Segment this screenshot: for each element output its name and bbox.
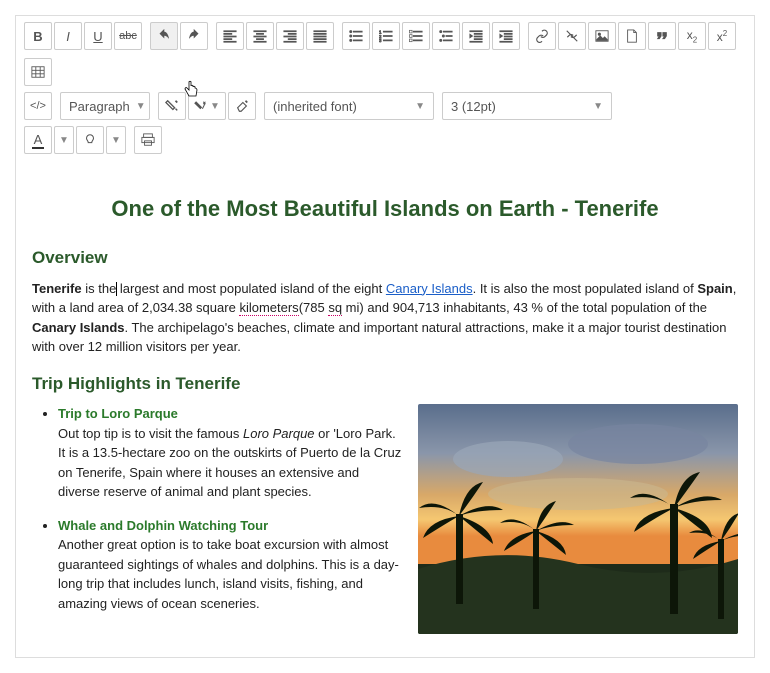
redo-button[interactable] bbox=[180, 22, 208, 50]
align-center-button[interactable] bbox=[246, 22, 274, 50]
strikethrough-button[interactable]: abc bbox=[114, 22, 142, 50]
code-view-button[interactable]: </> bbox=[24, 92, 52, 120]
text-span[interactable]: is the bbox=[82, 281, 117, 296]
text-bold[interactable]: Spain bbox=[697, 281, 732, 296]
spellcheck-word[interactable]: kilometers bbox=[239, 300, 298, 316]
ordered-list-button[interactable]: 123 bbox=[372, 22, 400, 50]
text-span[interactable]: Out top tip is to visit the famous bbox=[58, 426, 243, 441]
text-span[interactable]: largest and most populated island of the… bbox=[116, 281, 386, 296]
text-bold[interactable]: Tenerife bbox=[32, 281, 82, 296]
italic-button[interactable]: I bbox=[54, 22, 82, 50]
font-size-value: 3 (12pt) bbox=[451, 99, 496, 114]
align-left-button[interactable] bbox=[216, 22, 244, 50]
article-title[interactable]: One of the Most Beautiful Islands on Ear… bbox=[32, 192, 738, 225]
text-bold[interactable]: Canary Islands bbox=[32, 320, 125, 335]
highlight-title[interactable]: Whale and Dolphin Watching Tour bbox=[58, 518, 268, 533]
editor-content-area[interactable]: One of the Most Beautiful Islands on Ear… bbox=[16, 164, 754, 657]
overview-heading[interactable]: Overview bbox=[32, 245, 738, 271]
text-span[interactable]: mi) and 904,713 inhabitants, 43 % of the… bbox=[342, 300, 707, 315]
align-right-button[interactable] bbox=[276, 22, 304, 50]
superscript-button[interactable]: x2 bbox=[708, 22, 736, 50]
dropdown-arrow-icon: ▼ bbox=[593, 101, 603, 112]
insert-table-button[interactable] bbox=[24, 58, 52, 86]
toolbar-row-2: </> Paragraph ▼ ×▼ (inherited font) ▼ 3 … bbox=[16, 92, 754, 126]
highlight-color-dropdown[interactable]: ▼ bbox=[106, 126, 126, 154]
insert-file-button[interactable] bbox=[618, 22, 646, 50]
text-color-dropdown[interactable]: ▼ bbox=[54, 126, 74, 154]
toolbar-row-1: B I U abc 123 bbox=[16, 16, 754, 92]
format-painter-button[interactable] bbox=[158, 92, 186, 120]
indent-button[interactable] bbox=[492, 22, 520, 50]
subscript-button[interactable]: x2 bbox=[678, 22, 706, 50]
font-family-value: (inherited font) bbox=[273, 99, 357, 114]
canary-islands-link[interactable]: Canary Islands bbox=[386, 281, 473, 296]
align-justify-button[interactable] bbox=[306, 22, 334, 50]
underline-button[interactable]: U bbox=[84, 22, 112, 50]
overview-paragraph[interactable]: Tenerife is the largest and most populat… bbox=[32, 279, 738, 357]
font-size-select[interactable]: 3 (12pt) ▼ bbox=[442, 92, 612, 120]
rich-text-editor: B I U abc 123 bbox=[15, 15, 755, 658]
blockquote-button[interactable] bbox=[648, 22, 676, 50]
print-button[interactable] bbox=[134, 126, 162, 154]
outdent-button[interactable] bbox=[462, 22, 490, 50]
insert-link-button[interactable] bbox=[528, 22, 556, 50]
text-span[interactable]: . The archipelago's beaches, climate and… bbox=[32, 320, 727, 355]
text-span[interactable]: . It is also the most populated island o… bbox=[473, 281, 698, 296]
highlights-heading[interactable]: Trip Highlights in Tenerife bbox=[32, 371, 738, 397]
dropdown-arrow-icon: ▼ bbox=[136, 101, 146, 112]
text-span[interactable]: Another great option is to take boat exc… bbox=[58, 537, 399, 611]
text-italic[interactable]: Loro Parque bbox=[243, 426, 315, 441]
svg-text:×: × bbox=[203, 101, 206, 106]
remove-link-button[interactable] bbox=[558, 22, 586, 50]
highlight-title[interactable]: Trip to Loro Parque bbox=[58, 406, 178, 421]
eraser-button[interactable] bbox=[228, 92, 256, 120]
bold-button[interactable]: B bbox=[24, 22, 52, 50]
dropdown-arrow-icon: ▼ bbox=[415, 101, 425, 112]
highlight-color-button[interactable] bbox=[76, 126, 104, 154]
spellcheck-word[interactable]: sq bbox=[328, 300, 342, 316]
undo-button[interactable] bbox=[150, 22, 178, 50]
font-family-select[interactable]: (inherited font) ▼ bbox=[264, 92, 434, 120]
tenerife-sunset-image[interactable] bbox=[418, 404, 738, 634]
insert-image-button[interactable] bbox=[588, 22, 616, 50]
indent-list-button[interactable] bbox=[432, 22, 460, 50]
svg-text:3: 3 bbox=[379, 38, 382, 43]
text-color-button[interactable]: A bbox=[24, 126, 52, 154]
clear-formatting-button[interactable]: ×▼ bbox=[188, 92, 226, 120]
unordered-list-button[interactable] bbox=[342, 22, 370, 50]
toolbar-row-3: A ▼ ▼ bbox=[16, 126, 754, 164]
paragraph-format-select[interactable]: Paragraph ▼ bbox=[60, 92, 150, 120]
checklist-button[interactable] bbox=[402, 22, 430, 50]
paragraph-format-value: Paragraph bbox=[69, 99, 130, 114]
text-span[interactable]: (785 bbox=[299, 300, 329, 315]
